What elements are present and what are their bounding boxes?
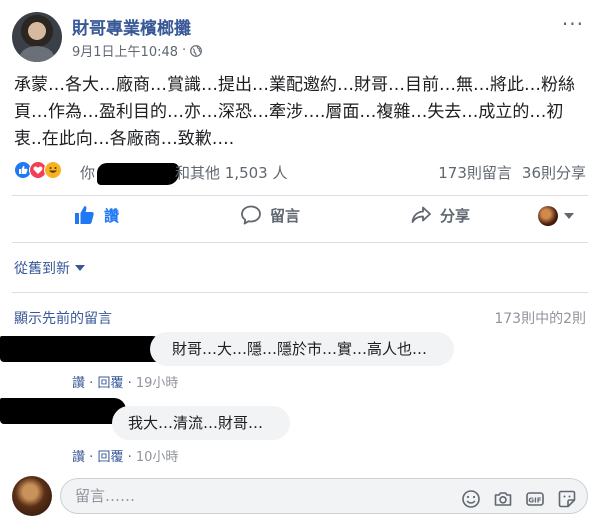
chevron-down-icon	[564, 213, 574, 219]
page-avatar[interactable]	[12, 12, 62, 62]
previous-comments-row: 顯示先前的留言 173則中的2則	[12, 306, 588, 328]
profile-switcher[interactable]	[538, 206, 574, 226]
comment-composer: 留言…… GIF	[12, 476, 588, 516]
comment-reply-link[interactable]: 回覆	[97, 450, 123, 465]
engagement-counts: 173則留言 36則分享	[438, 162, 586, 183]
comment-time[interactable]: 19小時	[136, 376, 179, 391]
comment-text: 我大…清流…財哥…	[128, 414, 264, 432]
post-timestamp[interactable]: 9月1日上午10:48	[72, 41, 178, 60]
divider	[12, 195, 588, 196]
svg-text:GIF: GIF	[528, 496, 541, 504]
share-arrow-icon	[411, 206, 431, 223]
comment-time[interactable]: 10小時	[136, 450, 179, 465]
share-label: 分享	[440, 206, 471, 225]
camera-icon[interactable]	[493, 489, 513, 509]
reaction-others: 和其他 1,503 人	[175, 164, 288, 182]
like-label: 讚	[104, 206, 120, 225]
input-icons: GIF	[461, 489, 577, 509]
reaction-you: 你	[80, 164, 96, 182]
dot-separator: ·	[89, 450, 94, 465]
comment-label: 留言	[270, 206, 301, 225]
comment-bubble: 財哥…大…隱…隱於市…實…高人也…	[150, 332, 454, 366]
reaction-icons[interactable]	[14, 161, 62, 179]
reaction-text[interactable]: 你 和其他 1,503 人	[80, 162, 288, 185]
haha-reaction-icon	[44, 161, 62, 179]
shares-count-link[interactable]: 36則分享	[522, 164, 586, 182]
reactions-summary: 你 和其他 1,503 人 173則留言 36則分享	[12, 158, 588, 186]
comments-count-link[interactable]: 173則留言	[438, 164, 512, 182]
like-button[interactable]: 讚	[74, 204, 119, 226]
user-avatar	[12, 476, 52, 516]
post-text: 承蒙…各大…廠商…賞識…提出…業配邀約…財哥…目前…無…將此…粉絲頁…作為…盈利…	[14, 75, 575, 149]
show-previous-comments-link[interactable]: 顯示先前的留言	[14, 308, 112, 328]
sticker-icon[interactable]	[557, 489, 577, 509]
dot-separator: ·	[127, 450, 132, 465]
comments-shown-count: 173則中的2則	[494, 311, 586, 327]
divider	[12, 292, 588, 293]
page-name[interactable]: 財哥專業檳榔攤	[72, 14, 191, 39]
globe-icon	[190, 44, 203, 57]
comment-text: 財哥…大…隱…隱於市…實…高人也…	[172, 340, 428, 358]
more-options-button[interactable]: ···	[562, 14, 584, 34]
comment-reply-link[interactable]: 回覆	[97, 376, 123, 391]
comment-bubble-icon	[241, 205, 261, 225]
comment-bubble: 我大…清流…財哥…	[112, 406, 290, 440]
gif-icon[interactable]: GIF	[525, 489, 545, 509]
redacted-name	[97, 162, 180, 185]
action-bar: 讚 留言 分享	[12, 200, 588, 236]
thumbs-up-icon	[75, 206, 94, 224]
comment-input[interactable]: 留言…… GIF	[60, 478, 588, 514]
sort-label: 從舊到新	[14, 261, 70, 277]
comment-input-placeholder: 留言……	[75, 487, 136, 505]
comment-like-link[interactable]: 讚	[72, 450, 85, 465]
emoji-icon[interactable]	[461, 489, 481, 509]
comment-actions: 讚 · 回覆 · 10小時	[72, 446, 178, 465]
comment-actions: 讚 · 回覆 · 19小時	[72, 372, 178, 391]
divider	[12, 242, 588, 243]
dot-separator: ·	[127, 376, 132, 391]
post-meta: 9月1日上午10:48 ·	[72, 41, 203, 60]
dot-separator: ·	[89, 376, 94, 391]
comment-like-link[interactable]: 讚	[72, 376, 85, 391]
comment-button[interactable]: 留言	[240, 204, 300, 226]
share-button[interactable]: 分享	[410, 204, 470, 226]
chevron-down-icon	[75, 265, 85, 271]
post-header: 財哥專業檳榔攤 9月1日上午10:48 · ···	[12, 12, 588, 64]
redacted-commenter	[0, 336, 166, 362]
profile-avatar	[538, 206, 558, 226]
meta-separator: ·	[182, 43, 187, 58]
redacted-commenter	[0, 398, 126, 424]
comment-sort-dropdown[interactable]: 從舊到新	[14, 258, 85, 278]
